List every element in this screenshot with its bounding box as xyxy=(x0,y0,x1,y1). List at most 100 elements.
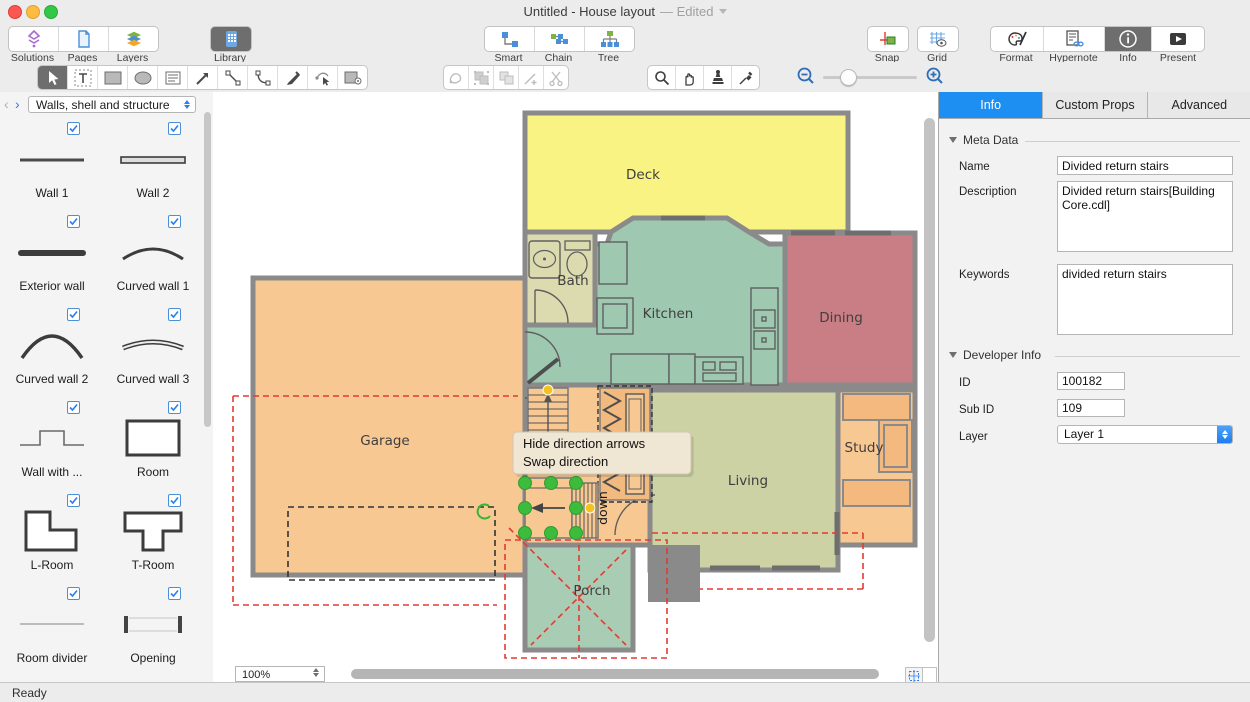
pen-tool-button[interactable] xyxy=(278,66,308,89)
checkbox-checked-icon[interactable] xyxy=(67,122,80,135)
rectangle-icon xyxy=(104,71,122,85)
checkbox-checked-icon[interactable] xyxy=(67,401,80,414)
tab-info[interactable]: Info xyxy=(939,92,1043,118)
library-item-t-room[interactable]: T-Room xyxy=(103,494,203,587)
smart-button[interactable] xyxy=(485,27,535,51)
sidebar-scrollbar[interactable] xyxy=(204,112,211,427)
library-category-select[interactable]: Walls, shell and structure xyxy=(28,96,196,113)
id-field[interactable] xyxy=(1057,372,1125,390)
status-bar: Ready xyxy=(0,682,1250,702)
library-item-exterior-wall[interactable]: Exterior wall xyxy=(2,215,102,308)
meta-data-section-header[interactable]: Meta Data xyxy=(949,133,1018,147)
library-item-wall2[interactable]: Wall 2 xyxy=(103,122,203,215)
text-tool-button[interactable] xyxy=(68,66,98,89)
library-back-button[interactable]: ‹ xyxy=(4,95,9,113)
arrow-tool-button[interactable] xyxy=(188,66,218,89)
disclosure-triangle-icon[interactable] xyxy=(949,352,957,358)
grid-icon xyxy=(928,29,948,49)
select-tool-button[interactable] xyxy=(38,66,68,89)
library-button[interactable] xyxy=(210,26,252,52)
layer-select[interactable]: Layer 1 xyxy=(1057,425,1233,444)
library-item-curved-wall-2[interactable]: Curved wall 2 xyxy=(2,308,102,401)
library-item-wall-with[interactable]: Wall with ... xyxy=(2,401,102,494)
pages-button[interactable] xyxy=(59,27,109,51)
text-block-icon xyxy=(165,71,181,85)
shape-subtract-tool-button[interactable] xyxy=(338,66,367,89)
canvas-horizontal-scrollbar[interactable] xyxy=(351,669,879,679)
stairs-endpoint-handle[interactable] xyxy=(585,503,595,513)
tooltip-swap-direction-item[interactable]: Swap direction xyxy=(523,454,608,469)
magnifier-icon xyxy=(654,70,670,86)
zoom-slider-track[interactable] xyxy=(823,76,917,79)
tab-advanced[interactable]: Advanced xyxy=(1148,92,1250,118)
snap-button[interactable] xyxy=(867,26,909,52)
smart-icon xyxy=(500,29,520,49)
freeform-tool-button[interactable] xyxy=(444,66,469,89)
sub-id-field[interactable] xyxy=(1057,399,1125,417)
ungroup-tool-button[interactable] xyxy=(494,66,519,89)
checkbox-checked-icon[interactable] xyxy=(168,494,181,507)
checkbox-checked-icon[interactable] xyxy=(168,401,181,414)
library-item-curved-wall-3[interactable]: Curved wall 3 xyxy=(103,308,203,401)
library-item-opening[interactable]: Opening xyxy=(103,587,203,680)
ellipse-tool-button[interactable] xyxy=(128,66,158,89)
grid-button[interactable] xyxy=(917,26,959,52)
checkbox-checked-icon[interactable] xyxy=(168,122,181,135)
drawing-canvas[interactable]: down Deck Bath Kitchen Dining Garage Stu… xyxy=(213,92,938,666)
text-block-tool-button[interactable] xyxy=(158,66,188,89)
keywords-field[interactable]: divided return stairs xyxy=(1057,264,1233,335)
tree-button[interactable] xyxy=(585,27,634,51)
present-button[interactable] xyxy=(1152,27,1204,51)
library-forward-button[interactable]: › xyxy=(15,95,20,113)
room-deck[interactable] xyxy=(525,113,848,232)
add-segment-tool-button[interactable] xyxy=(519,66,544,89)
library-item-wall1[interactable]: Wall 1 xyxy=(2,122,102,215)
name-field[interactable] xyxy=(1057,156,1233,175)
line-tool-button[interactable] xyxy=(218,66,248,89)
library-item-room[interactable]: Room xyxy=(103,401,203,494)
library-item-curved-wall-1[interactable]: Curved wall 1 xyxy=(103,215,203,308)
arc-tool-button[interactable] xyxy=(248,66,278,89)
title-menu-caret-icon[interactable] xyxy=(719,9,727,14)
room-garage[interactable] xyxy=(253,278,525,575)
format-button[interactable] xyxy=(991,27,1044,51)
scissors-tool-button[interactable] xyxy=(544,66,568,89)
checkbox-checked-icon[interactable] xyxy=(168,308,181,321)
checkbox-checked-icon[interactable] xyxy=(168,587,181,600)
zoom-tool-button[interactable] xyxy=(648,66,676,89)
room-dining[interactable] xyxy=(785,233,915,385)
zoom-in-button[interactable] xyxy=(925,66,945,86)
info-button[interactable] xyxy=(1105,27,1152,51)
stairs-endpoint-handle[interactable] xyxy=(543,385,553,395)
rectangle-tool-button[interactable] xyxy=(98,66,128,89)
library-item-l-room[interactable]: L-Room xyxy=(2,494,102,587)
ungroup-icon xyxy=(498,70,515,86)
stamp-tool-button[interactable] xyxy=(704,66,732,89)
canvas-zoom-select[interactable]: 100% xyxy=(235,666,325,682)
developer-info-section-header[interactable]: Developer Info xyxy=(949,348,1041,362)
zoom-slider-thumb[interactable] xyxy=(840,69,857,86)
eyedropper-tool-button[interactable] xyxy=(732,66,759,89)
tab-custom-props[interactable]: Custom Props xyxy=(1043,92,1147,118)
checkbox-checked-icon[interactable] xyxy=(67,215,80,228)
checkbox-checked-icon[interactable] xyxy=(168,215,181,228)
tooltip-hide-arrows-item[interactable]: Hide direction arrows xyxy=(523,436,646,451)
disclosure-triangle-icon[interactable] xyxy=(949,137,957,143)
entry-steps[interactable] xyxy=(648,545,700,602)
zoom-out-button[interactable] xyxy=(796,66,816,86)
checkbox-checked-icon[interactable] xyxy=(67,308,80,321)
hypernote-button[interactable] xyxy=(1044,27,1106,51)
solutions-button[interactable] xyxy=(9,27,59,51)
library-item-room-divider[interactable]: Room divider xyxy=(2,587,102,680)
node-edit-tool-button[interactable] xyxy=(308,66,338,89)
library-item-label: L-Room xyxy=(2,558,102,572)
layers-button[interactable] xyxy=(109,27,158,51)
chain-button[interactable] xyxy=(535,27,585,51)
canvas-bottom-bar: 100% xyxy=(213,666,938,682)
checkbox-checked-icon[interactable] xyxy=(67,587,80,600)
group-tool-button[interactable] xyxy=(469,66,494,89)
description-field[interactable]: Divided return stairs[Building Core.cdl] xyxy=(1057,181,1233,252)
pan-tool-button[interactable] xyxy=(676,66,704,89)
canvas-vertical-scrollbar[interactable] xyxy=(924,118,935,642)
checkbox-checked-icon[interactable] xyxy=(67,494,80,507)
